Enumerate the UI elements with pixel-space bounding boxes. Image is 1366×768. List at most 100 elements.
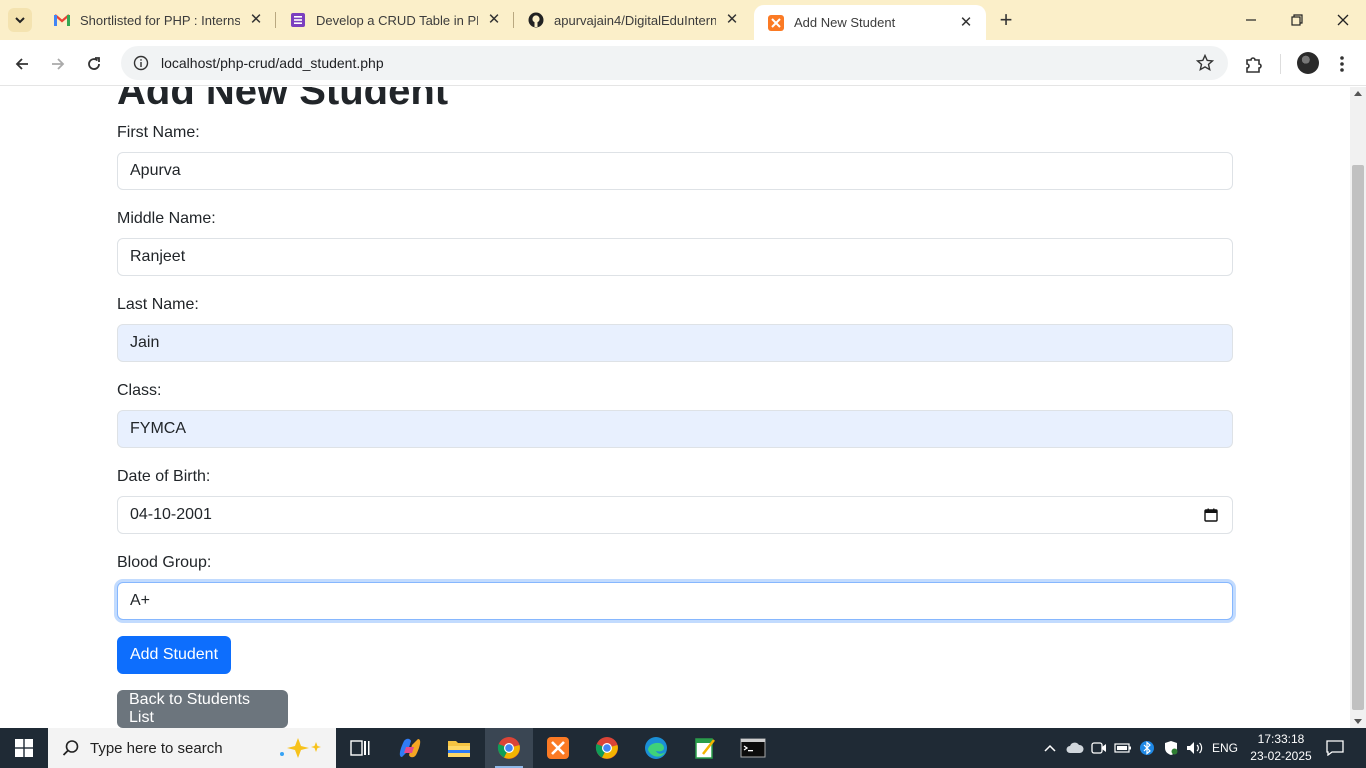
file-explorer-button[interactable] bbox=[435, 728, 483, 768]
reload-icon bbox=[88, 57, 100, 70]
close-icon bbox=[1337, 14, 1349, 26]
first-name-input[interactable]: Apurva bbox=[117, 152, 1233, 190]
back-button[interactable] bbox=[8, 50, 36, 78]
close-icon[interactable]: ✕ bbox=[958, 14, 974, 31]
gmail-icon bbox=[54, 12, 70, 28]
copilot-icon bbox=[399, 738, 421, 758]
scrollbar-thumb[interactable] bbox=[1352, 165, 1364, 710]
xampp-icon bbox=[768, 14, 784, 31]
cloud-icon bbox=[1066, 742, 1084, 753]
chevron-up-icon bbox=[1044, 744, 1056, 752]
middle-name-value: Ranjeet bbox=[130, 248, 186, 265]
info-icon[interactable] bbox=[133, 55, 149, 71]
page-viewport: Add New Student First Name: Apurva Middl… bbox=[0, 87, 1350, 728]
scroll-up-icon[interactable] bbox=[1354, 91, 1362, 96]
first-name-label: First Name: bbox=[117, 124, 200, 141]
xampp-taskbar-button[interactable] bbox=[534, 728, 582, 768]
calendar-icon[interactable] bbox=[1204, 508, 1218, 522]
restore-button[interactable] bbox=[1274, 0, 1320, 40]
tab-gmail[interactable]: Shortlisted for PHP : Internship ✕ bbox=[40, 0, 276, 40]
new-tab-button[interactable]: + bbox=[994, 8, 1018, 32]
speaker-icon bbox=[1187, 742, 1203, 754]
taskbar: Type here to search ENG 17:33:18 23-02-2… bbox=[0, 728, 1366, 768]
minimize-icon bbox=[1246, 19, 1256, 21]
dob-label: Date of Birth: bbox=[117, 468, 211, 485]
edge-icon bbox=[645, 737, 667, 759]
middle-name-input[interactable]: Ranjeet bbox=[117, 238, 1233, 276]
address-bar[interactable]: localhost/php-crud/add_student.php bbox=[121, 46, 1228, 80]
bookmark-star-icon[interactable] bbox=[1196, 54, 1214, 72]
close-icon[interactable]: ✕ bbox=[248, 12, 264, 28]
page-scrollbar[interactable] bbox=[1350, 87, 1366, 728]
forward-button[interactable] bbox=[44, 50, 72, 78]
close-icon[interactable]: ✕ bbox=[486, 12, 502, 28]
notifications-button[interactable] bbox=[1320, 728, 1350, 768]
tab-strip: Shortlisted for PHP : Internship ✕ Devel… bbox=[0, 0, 1366, 40]
chrome-taskbar-button[interactable] bbox=[485, 728, 533, 768]
url-text[interactable]: localhost/php-crud/add_student.php bbox=[161, 55, 384, 71]
first-name-value: Apurva bbox=[130, 162, 181, 179]
blood-group-value: A+ bbox=[130, 592, 151, 609]
chevron-down-icon bbox=[15, 17, 25, 24]
blood-group-input[interactable]: A+ bbox=[117, 582, 1233, 620]
camera-icon bbox=[1091, 742, 1106, 754]
show-hidden-icons-button[interactable] bbox=[1040, 728, 1060, 768]
sparkle-icon bbox=[280, 738, 321, 758]
start-button[interactable] bbox=[0, 728, 48, 768]
bluetooth-tray-icon[interactable] bbox=[1136, 728, 1158, 768]
terminal-button[interactable] bbox=[729, 728, 777, 768]
puzzle-icon bbox=[1246, 57, 1262, 73]
tab-add-new-student[interactable]: Add New Student ✕ bbox=[754, 5, 986, 40]
blood-group-label: Blood Group: bbox=[117, 554, 212, 571]
system-clock[interactable]: 17:33:18 23-02-2025 bbox=[1250, 731, 1312, 765]
clock-date: 23-02-2025 bbox=[1250, 749, 1312, 763]
back-to-list-button[interactable]: Back to Students List bbox=[117, 690, 288, 728]
more-vertical-icon bbox=[1340, 56, 1344, 72]
dob-input[interactable]: 04-10-2001 bbox=[117, 496, 1233, 534]
task-view-button[interactable] bbox=[336, 728, 384, 768]
arrow-right-icon bbox=[52, 58, 65, 70]
github-icon bbox=[528, 12, 544, 28]
class-input[interactable]: FYMCA bbox=[117, 410, 1233, 448]
onedrive-tray-icon[interactable] bbox=[1064, 728, 1086, 768]
chrome-profile-button[interactable] bbox=[583, 728, 631, 768]
browser-toolbar: localhost/php-crud/add_student.php bbox=[0, 40, 1366, 86]
dob-value: 04-10-2001 bbox=[130, 506, 212, 523]
last-name-input[interactable]: Jain bbox=[117, 324, 1233, 362]
tab-github[interactable]: apurvajain4/DigitalEduInternshi ✕ bbox=[514, 0, 752, 40]
last-name-value: Jain bbox=[130, 334, 160, 351]
tab-title: apurvajain4/DigitalEduInternshi bbox=[554, 12, 716, 28]
task-view-icon bbox=[350, 740, 370, 756]
meet-tray-icon[interactable] bbox=[1088, 728, 1110, 768]
tab-crud-table[interactable]: Develop a CRUD Table in PHP ✕ bbox=[276, 0, 514, 40]
profile-avatar[interactable] bbox=[1297, 52, 1319, 74]
add-student-button[interactable]: Add Student bbox=[117, 636, 231, 674]
tab-title: Add New Student bbox=[794, 15, 896, 30]
close-icon[interactable]: ✕ bbox=[724, 12, 740, 28]
taskbar-search[interactable]: Type here to search bbox=[48, 728, 336, 768]
notepad-button[interactable] bbox=[681, 728, 729, 768]
battery-tray-icon[interactable] bbox=[1112, 728, 1134, 768]
edge-button[interactable] bbox=[632, 728, 680, 768]
notepad-icon bbox=[695, 738, 715, 759]
tab-search-button[interactable] bbox=[8, 8, 32, 32]
language-indicator[interactable]: ENG bbox=[1208, 728, 1242, 768]
reload-button[interactable] bbox=[80, 50, 108, 78]
copilot-button[interactable] bbox=[386, 728, 434, 768]
volume-tray-icon[interactable] bbox=[1184, 728, 1206, 768]
terminal-icon bbox=[740, 738, 766, 758]
class-value: FYMCA bbox=[130, 420, 186, 437]
extensions-button[interactable] bbox=[1242, 52, 1266, 76]
tab-title: Develop a CRUD Table in PHP bbox=[316, 12, 478, 28]
menu-button[interactable] bbox=[1330, 52, 1354, 76]
toolbar-divider bbox=[1280, 54, 1281, 74]
scroll-down-icon[interactable] bbox=[1354, 719, 1362, 724]
folder-icon bbox=[448, 741, 470, 757]
security-tray-icon[interactable] bbox=[1160, 728, 1182, 768]
close-window-button[interactable] bbox=[1320, 0, 1366, 40]
search-icon bbox=[62, 740, 79, 756]
bluetooth-icon bbox=[1140, 741, 1154, 755]
minimize-button[interactable] bbox=[1228, 0, 1274, 40]
chrome-icon bbox=[595, 737, 618, 759]
search-placeholder: Type here to search bbox=[90, 739, 223, 757]
